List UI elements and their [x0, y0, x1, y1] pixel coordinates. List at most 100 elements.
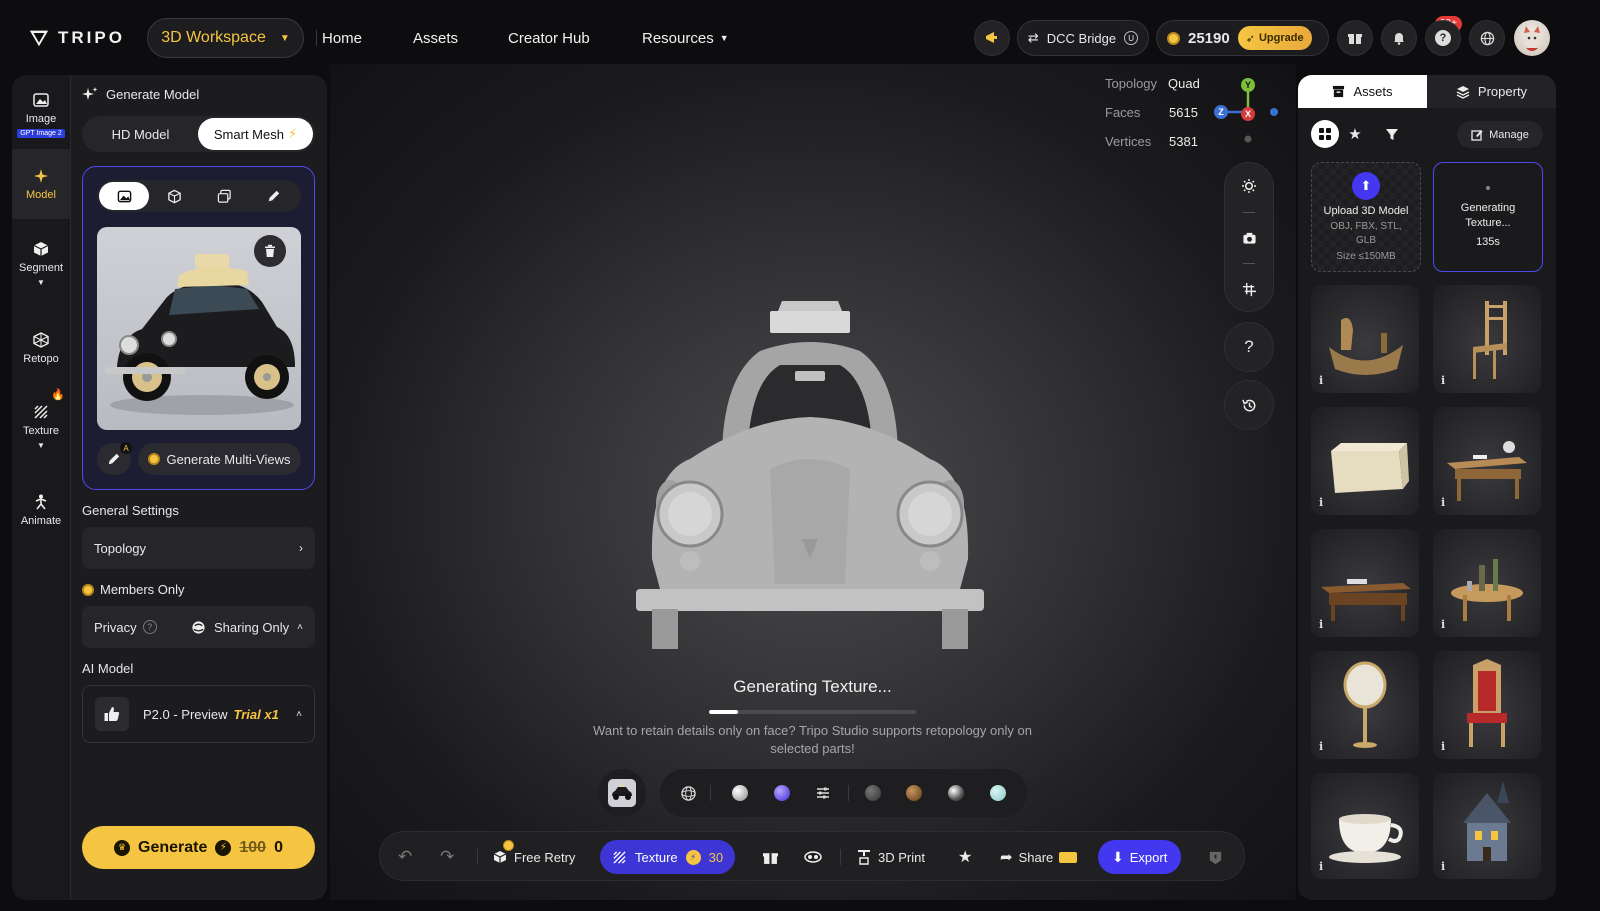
filter-all-button[interactable]: [1311, 120, 1339, 148]
rail-item-model[interactable]: Model: [12, 149, 70, 219]
asset-thumbnail-throne[interactable]: i: [1433, 651, 1541, 759]
help-button[interactable]: ?: [1425, 20, 1461, 56]
asset-thumbnail-desk[interactable]: i: [1433, 407, 1541, 515]
pencil-icon: [268, 190, 280, 202]
asset-thumbnail-boat[interactable]: i: [1311, 285, 1419, 393]
megaphone-icon: [986, 32, 997, 43]
sparkle-icon: [34, 169, 48, 183]
rail-item-segment[interactable]: Segment ▼: [12, 227, 70, 299]
normal-material-button[interactable]: [770, 783, 794, 803]
asset-thumbnail-crate[interactable]: i: [1311, 407, 1419, 515]
ar-headset-icon: [804, 851, 822, 863]
info-icon[interactable]: i: [1319, 496, 1323, 509]
ar-view-button[interactable]: [804, 832, 822, 882]
dark-matte-button[interactable]: [861, 783, 885, 803]
privacy-dropdown[interactable]: Sharing Only ˄: [191, 620, 303, 635]
language-button[interactable]: [1469, 20, 1505, 56]
material-toolbar: [660, 769, 1027, 817]
3d-print-button[interactable]: 3D Print: [856, 832, 925, 882]
generate-button[interactable]: ♛ Generate ⚡ 100 0: [82, 826, 315, 869]
free-retry-button[interactable]: Free Retry: [492, 832, 575, 882]
texture-button[interactable]: Texture ⚡ 30: [600, 840, 736, 874]
clay-material-button[interactable]: [728, 783, 752, 803]
tab-single-image[interactable]: [99, 182, 149, 210]
redo-button[interactable]: ↷: [440, 832, 454, 882]
asset-thumbnail-mirror[interactable]: i: [1311, 651, 1419, 759]
asset-thumbnail-teacup[interactable]: i: [1311, 773, 1419, 879]
tab-hd-model[interactable]: HD Model: [84, 118, 197, 150]
asset-thumbnail-table[interactable]: i: [1433, 529, 1541, 637]
credits-pill[interactable]: 25190 ➶ Upgrade: [1156, 20, 1329, 56]
info-icon[interactable]: i: [1319, 374, 1323, 387]
info-icon[interactable]: i: [1441, 374, 1445, 387]
tab-3d-input[interactable]: [149, 182, 199, 210]
undo-button[interactable]: ↶: [398, 832, 412, 882]
info-icon[interactable]: i: [1441, 496, 1445, 509]
wireframe-sphere-icon: [680, 785, 696, 801]
info-icon[interactable]: i: [1319, 860, 1323, 873]
manage-button[interactable]: Manage: [1457, 121, 1543, 148]
info-icon[interactable]: i: [1441, 860, 1445, 873]
grid-toggle-button[interactable]: [1225, 274, 1273, 304]
rail-item-image[interactable]: Image GPT Image 2: [12, 81, 70, 147]
privacy-setting[interactable]: Privacy ? Sharing Only ˄: [82, 606, 315, 648]
asset-thumbnail-chair[interactable]: i: [1433, 285, 1541, 393]
notifications-button[interactable]: [1381, 20, 1417, 56]
tab-text-prompt[interactable]: [249, 182, 299, 210]
lighting-button[interactable]: [1225, 171, 1273, 201]
wireframe-button[interactable]: [676, 783, 700, 803]
workspace-selector[interactable]: 3D Workspace ▼: [147, 18, 304, 58]
dark-sphere-icon: [865, 785, 881, 801]
gift-action-button[interactable]: [763, 832, 778, 882]
info-icon[interactable]: i: [1441, 740, 1445, 753]
info-icon[interactable]: i: [1441, 618, 1445, 631]
manage-label: Manage: [1489, 128, 1529, 141]
nav-resources[interactable]: Resources ▼: [642, 26, 729, 50]
axis-gizmo[interactable]: Y Z X: [1210, 76, 1285, 146]
brush-icon: [108, 453, 120, 465]
texture-cost: 30: [708, 849, 724, 865]
history-button[interactable]: [1224, 380, 1274, 430]
avatar[interactable]: [1514, 20, 1550, 56]
info-icon[interactable]: i: [1319, 740, 1323, 753]
export-button[interactable]: ⬇ Export: [1098, 840, 1182, 874]
filter-favorites-button[interactable]: ★: [1341, 120, 1369, 148]
material-settings-button[interactable]: [811, 783, 835, 803]
nav-assets[interactable]: Assets: [413, 26, 458, 50]
filter-button[interactable]: [1378, 120, 1406, 148]
info-icon[interactable]: i: [1319, 618, 1323, 631]
reference-thumbnail-button[interactable]: [598, 769, 646, 817]
share-button[interactable]: ➦ Share: [1000, 832, 1078, 882]
favorite-button[interactable]: ★: [958, 832, 972, 882]
tab-property[interactable]: Property: [1427, 75, 1556, 108]
tripo-logo[interactable]: TRIPO: [28, 26, 125, 50]
rail-item-animate[interactable]: Animate: [12, 480, 70, 540]
tab-assets[interactable]: Assets: [1298, 75, 1427, 108]
chrome-material-button[interactable]: [944, 783, 968, 803]
asset-thumbnail-writing-desk[interactable]: i: [1311, 529, 1419, 637]
screenshot-button[interactable]: [1225, 223, 1273, 253]
nav-creator-hub[interactable]: Creator Hub: [508, 26, 590, 50]
feedback-button[interactable]: [1208, 832, 1223, 882]
nav-home[interactable]: Home: [322, 26, 362, 50]
glass-material-button[interactable]: [986, 783, 1010, 803]
asset-thumbnail-house[interactable]: i: [1433, 773, 1541, 879]
tab-smart-mesh[interactable]: Smart Mesh ⚡: [198, 118, 313, 150]
dcc-bridge-button[interactable]: ⇄ DCC Bridge U: [1017, 20, 1149, 56]
gift-button[interactable]: [1337, 20, 1373, 56]
upgrade-button[interactable]: ➶ Upgrade: [1237, 26, 1312, 50]
divider: [316, 30, 317, 46]
generating-time: 135s: [1476, 236, 1500, 248]
generating-asset-card[interactable]: Generating Texture... 135s: [1433, 162, 1543, 272]
delete-image-button[interactable]: [254, 235, 286, 267]
upload-3d-model-button[interactable]: ⬆ Upload 3D Model OBJ, FBX, STL, GLB Siz…: [1311, 162, 1421, 272]
edit-box-icon: [1471, 129, 1483, 141]
tab-multi-image[interactable]: [199, 182, 249, 210]
help-tool-button[interactable]: ?: [1224, 322, 1274, 372]
bronze-material-button[interactable]: [902, 783, 926, 803]
generate-multi-views-button[interactable]: Generate Multi-Views: [138, 443, 301, 475]
topology-setting[interactable]: Topology ›: [82, 527, 315, 569]
rail-item-retopo[interactable]: Retopo: [12, 318, 70, 378]
ai-model-selector[interactable]: P2.0 - Preview Trial x1 ˄: [82, 685, 315, 743]
announcement-button[interactable]: [974, 20, 1010, 56]
